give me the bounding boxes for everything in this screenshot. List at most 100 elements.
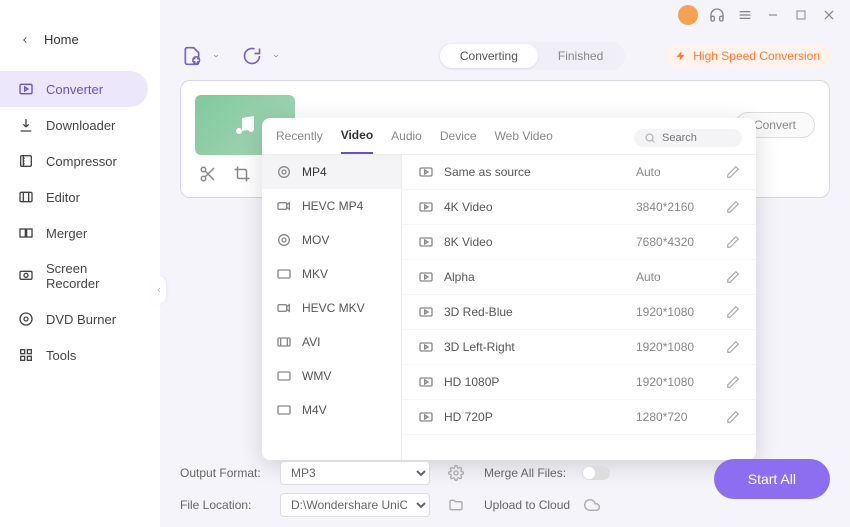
add-file-button[interactable] bbox=[180, 44, 204, 68]
format-icon bbox=[276, 334, 292, 350]
tab-converting[interactable]: Converting bbox=[440, 44, 538, 68]
format-item[interactable]: HEVC MP4 bbox=[262, 189, 401, 223]
tab-device[interactable]: Device bbox=[440, 129, 477, 153]
format-item[interactable]: HEVC MKV bbox=[262, 291, 401, 325]
resolution-name: Alpha bbox=[444, 270, 636, 284]
sidebar-item-dvdburner[interactable]: DVD Burner bbox=[0, 301, 148, 337]
resolution-name: HD 720P bbox=[444, 410, 636, 424]
format-icon bbox=[276, 164, 292, 180]
output-format-label: Output Format: bbox=[180, 466, 270, 480]
sidebar-item-editor[interactable]: Editor bbox=[0, 179, 148, 215]
crop-icon[interactable] bbox=[233, 165, 251, 183]
trim-icon[interactable] bbox=[199, 165, 217, 183]
user-avatar[interactable] bbox=[678, 5, 698, 25]
edit-preset-icon[interactable] bbox=[726, 410, 740, 424]
sidebar-item-label: Editor bbox=[46, 190, 80, 205]
format-label: M4V bbox=[302, 403, 327, 417]
format-item[interactable]: MP4 bbox=[262, 155, 401, 189]
sidebar-collapse-button[interactable] bbox=[152, 276, 166, 304]
menu-icon[interactable] bbox=[736, 6, 754, 24]
tools-icon bbox=[18, 347, 34, 363]
edit-preset-icon[interactable] bbox=[726, 235, 740, 249]
search-input[interactable] bbox=[662, 132, 732, 144]
video-icon bbox=[418, 304, 434, 320]
popup-tabs: Recently Video Audio Device Web Video bbox=[262, 118, 756, 155]
format-list: MP4HEVC MP4MOVMKVHEVC MKVAVIWMV M4V bbox=[262, 155, 402, 460]
resolution-item[interactable]: HD 1080P1920*1080 bbox=[402, 365, 756, 400]
editor-icon bbox=[18, 189, 34, 205]
video-icon bbox=[418, 339, 434, 355]
edit-preset-icon[interactable] bbox=[726, 375, 740, 389]
resolution-item[interactable]: 4K Video3840*2160 bbox=[402, 190, 756, 225]
video-icon bbox=[418, 269, 434, 285]
sidebar-item-converter[interactable]: Converter bbox=[0, 71, 148, 107]
format-item[interactable]: M4V bbox=[262, 393, 401, 427]
high-speed-label: High Speed Conversion bbox=[693, 49, 820, 63]
start-all-button[interactable]: Start All bbox=[714, 459, 830, 499]
download-icon bbox=[18, 117, 34, 133]
output-format-select[interactable]: MP3 bbox=[280, 461, 430, 485]
search-icon bbox=[644, 132, 656, 144]
chevron-down-icon[interactable] bbox=[212, 52, 220, 60]
format-item[interactable]: WMV bbox=[262, 359, 401, 393]
home-label: Home bbox=[44, 32, 79, 47]
tab-finished[interactable]: Finished bbox=[538, 44, 623, 68]
sidebar-item-label: DVD Burner bbox=[46, 312, 116, 327]
tab-video[interactable]: Video bbox=[341, 128, 373, 154]
file-location-select[interactable]: D:\Wondershare UniConverter 1 bbox=[280, 493, 430, 517]
settings-icon[interactable] bbox=[448, 465, 464, 481]
sidebar-item-label: Compressor bbox=[46, 154, 117, 169]
resolution-value: 1280*720 bbox=[636, 410, 726, 424]
sidebar: Home Converter Downloader Compressor Edi… bbox=[0, 0, 160, 527]
resolution-name: 4K Video bbox=[444, 200, 636, 214]
minimize-icon[interactable] bbox=[764, 6, 782, 24]
sidebar-item-label: Tools bbox=[46, 348, 76, 363]
maximize-icon[interactable] bbox=[792, 6, 810, 24]
sidebar-item-screenrecorder[interactable]: Screen Recorder bbox=[0, 251, 148, 301]
edit-preset-icon[interactable] bbox=[726, 200, 740, 214]
folder-icon[interactable] bbox=[448, 497, 464, 513]
upload-label: Upload to Cloud bbox=[484, 498, 570, 512]
sidebar-item-label: Downloader bbox=[46, 118, 115, 133]
format-icon bbox=[276, 198, 292, 214]
sidebar-item-tools[interactable]: Tools bbox=[0, 337, 148, 373]
merge-toggle[interactable] bbox=[582, 466, 610, 480]
sidebar-item-downloader[interactable]: Downloader bbox=[0, 107, 148, 143]
edit-preset-icon[interactable] bbox=[726, 165, 740, 179]
format-item[interactable]: MOV bbox=[262, 223, 401, 257]
edit-preset-icon[interactable] bbox=[726, 305, 740, 319]
sidebar-item-label: Merger bbox=[46, 226, 87, 241]
resolution-item[interactable]: 3D Left-Right1920*1080 bbox=[402, 330, 756, 365]
video-icon bbox=[418, 374, 434, 390]
resolution-value: 1920*1080 bbox=[636, 340, 726, 354]
chevron-down-icon[interactable] bbox=[272, 52, 280, 60]
sidebar-item-label: Converter bbox=[46, 82, 103, 97]
format-icon bbox=[276, 300, 292, 316]
resolution-item[interactable]: Same as sourceAuto bbox=[402, 155, 756, 190]
chevron-left-icon bbox=[20, 35, 30, 45]
tab-audio[interactable]: Audio bbox=[391, 129, 422, 153]
video-icon bbox=[418, 164, 434, 180]
add-folder-button[interactable] bbox=[240, 44, 264, 68]
resolution-value: Auto bbox=[636, 270, 726, 284]
tab-webvideo[interactable]: Web Video bbox=[495, 129, 553, 153]
resolution-item[interactable]: HD 720P1280*720 bbox=[402, 400, 756, 435]
sidebar-item-compressor[interactable]: Compressor bbox=[0, 143, 148, 179]
close-icon[interactable] bbox=[820, 6, 838, 24]
edit-preset-icon[interactable] bbox=[726, 340, 740, 354]
high-speed-toggle[interactable]: High Speed Conversion bbox=[665, 45, 830, 67]
tab-recently[interactable]: Recently bbox=[276, 129, 323, 153]
resolution-item[interactable]: AlphaAuto bbox=[402, 260, 756, 295]
format-item[interactable]: MKV bbox=[262, 257, 401, 291]
format-item[interactable]: AVI bbox=[262, 325, 401, 359]
support-icon[interactable] bbox=[708, 6, 726, 24]
converter-icon bbox=[18, 81, 34, 97]
window-titlebar bbox=[666, 0, 850, 30]
home-nav[interactable]: Home bbox=[0, 22, 160, 57]
edit-preset-icon[interactable] bbox=[726, 270, 740, 284]
disc-icon bbox=[18, 311, 34, 327]
resolution-item[interactable]: 3D Red-Blue1920*1080 bbox=[402, 295, 756, 330]
sidebar-item-merger[interactable]: Merger bbox=[0, 215, 148, 251]
resolution-item[interactable]: 8K Video7680*4320 bbox=[402, 225, 756, 260]
cloud-icon[interactable] bbox=[584, 497, 600, 513]
